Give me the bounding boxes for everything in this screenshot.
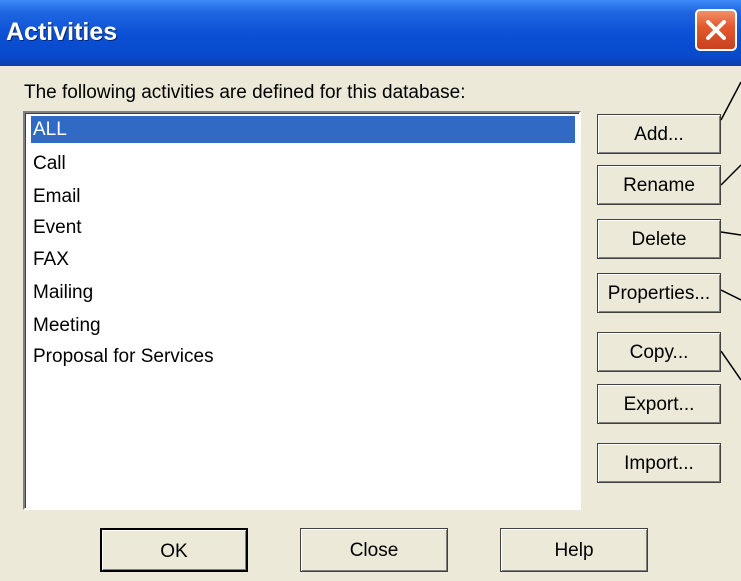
window-title: Activities [6,18,118,46]
list-item-meeting[interactable]: Meeting [31,312,575,339]
callout-lines [721,81,741,381]
close-button[interactable]: Close [300,528,448,572]
copy-button[interactable]: Copy... [597,332,721,372]
description-label: The following activities are defined for… [24,82,466,103]
properties-button[interactable]: Properties... [597,273,721,313]
ok-button[interactable]: OK [100,528,248,572]
title-bar[interactable]: Activities [0,0,741,66]
rename-button[interactable]: Rename [597,165,721,205]
close-x-icon [706,20,726,40]
import-button[interactable]: Import... [597,443,721,483]
export-button[interactable]: Export... [597,384,721,424]
list-item-fax[interactable]: FAX [31,246,575,273]
list-item-call[interactable]: Call [31,150,575,177]
close-window-button[interactable] [695,9,737,51]
list-item-mailing[interactable]: Mailing [31,279,575,306]
list-item-all[interactable]: ALL [31,116,575,143]
activities-listbox[interactable]: ALL Call Email Event FAX Mailing Meeting… [23,111,581,510]
help-button[interactable]: Help [500,528,648,572]
delete-button[interactable]: Delete [597,219,721,259]
list-item-email[interactable]: Email [31,183,575,210]
list-item-event[interactable]: Event [31,214,575,241]
list-item-proposal-for-services[interactable]: Proposal for Services [31,343,575,370]
add-button[interactable]: Add... [597,114,721,154]
